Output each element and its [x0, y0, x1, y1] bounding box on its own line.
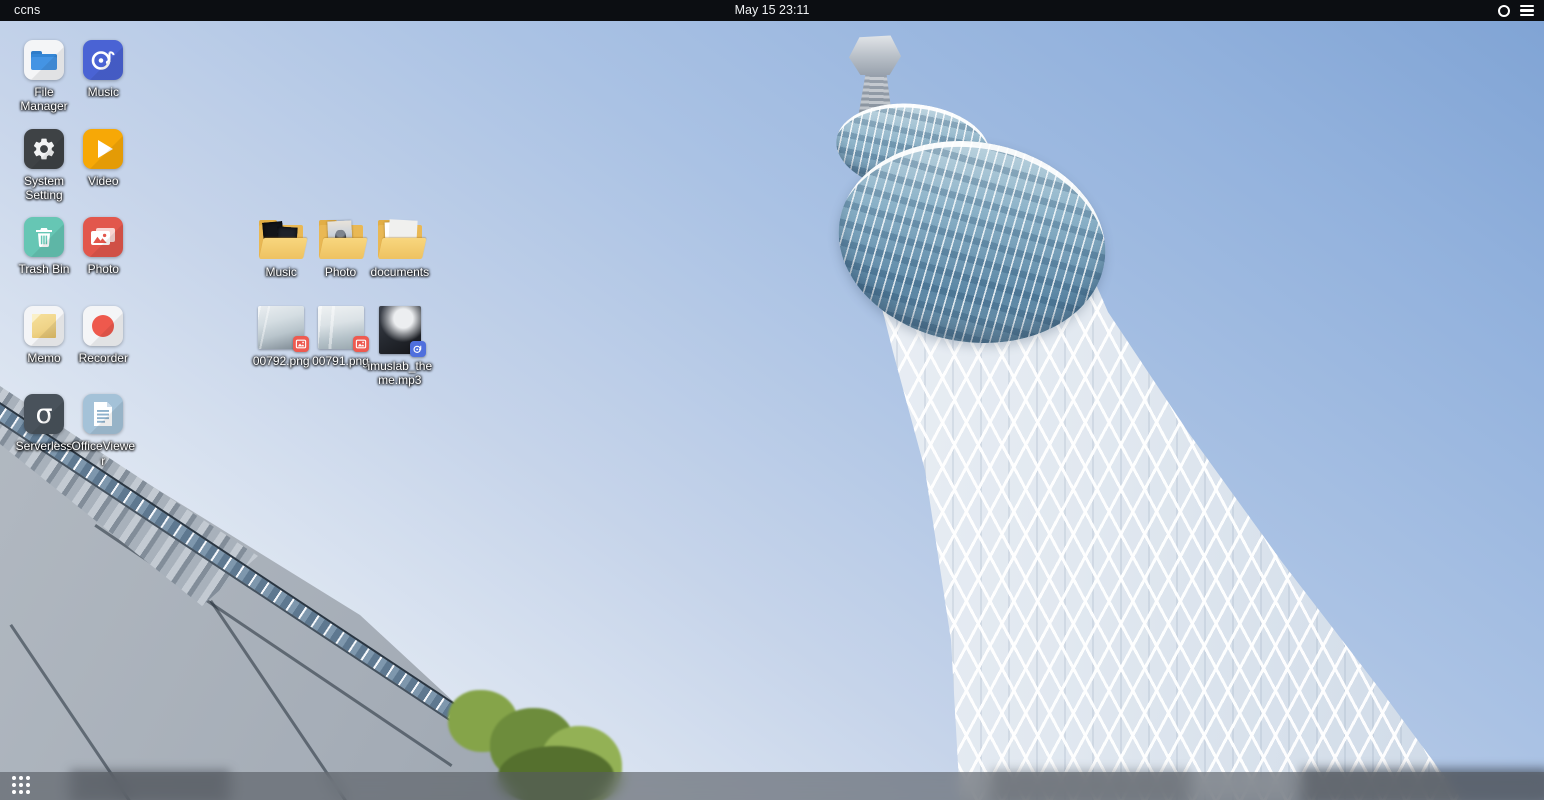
- icon-label: Memo: [11, 351, 77, 365]
- trash-bin-icon: [24, 217, 64, 257]
- system-setting-icon: [24, 129, 64, 169]
- office-viewer-icon: [83, 394, 123, 434]
- serverless-icon: σ: [24, 394, 64, 434]
- desktop-icon-recorder-app[interactable]: Recorder: [74, 306, 132, 365]
- desktop-icon-file-imuslab-theme[interactable]: imuslab_theme.mp3: [371, 306, 429, 387]
- audio-file-thumbnail: [379, 306, 421, 354]
- image-badge-icon: [353, 336, 369, 352]
- desktop-icon-memo-app[interactable]: Memo: [15, 306, 73, 365]
- desktop-icon-file-00791[interactable]: 00791.png: [312, 306, 370, 368]
- icon-label: Photo: [308, 265, 374, 279]
- audio-badge-icon: [410, 341, 426, 357]
- image-badge-icon: [293, 336, 309, 352]
- desktop-icon-office-viewer[interactable]: OfficeViewer: [74, 394, 132, 467]
- image-file-thumbnail: [318, 306, 364, 349]
- desktop-icon-video-app[interactable]: Video: [74, 129, 132, 188]
- desktop-icon-file-manager[interactable]: File Manager: [15, 40, 73, 113]
- desktop-icon-folder-documents[interactable]: documents: [371, 217, 429, 279]
- icon-label: Music: [70, 85, 136, 99]
- icon-label: Serverless: [11, 439, 77, 453]
- memo-icon: [24, 306, 64, 346]
- recorder-icon: [83, 306, 123, 346]
- desktop-icon-system-setting[interactable]: System Setting: [15, 129, 73, 202]
- desktop-icon-trash-bin[interactable]: Trash Bin: [15, 217, 73, 276]
- icon-label: Trash Bin: [11, 262, 77, 276]
- photo-app-icon: [83, 217, 123, 257]
- file-manager-icon: [24, 40, 64, 80]
- music-app-icon: [83, 40, 123, 80]
- photo-folder-icon: [318, 220, 364, 260]
- record-dot-icon: [92, 315, 114, 337]
- icon-label: imuslab_theme.mp3: [367, 359, 433, 387]
- desktop-icon-area[interactable]: File ManagerMusicSystem SettingVideoTras…: [0, 21, 1544, 772]
- app-launcher-button[interactable]: [12, 776, 32, 796]
- top-bar-right: [1498, 0, 1534, 21]
- desktop-icon-serverless-app[interactable]: σServerless: [15, 394, 73, 453]
- desktop-screen: ccns May 15 23:11 File ManagerMusicSyste…: [0, 0, 1544, 800]
- image-file-thumbnail: [258, 306, 304, 349]
- video-app-icon: [83, 129, 123, 169]
- icon-label: Photo: [70, 262, 136, 276]
- desktop-icon-folder-photo[interactable]: Photo: [312, 217, 370, 279]
- desktop-icon-music-app[interactable]: Music: [74, 40, 132, 99]
- icon-label: Video: [70, 174, 136, 188]
- play-icon: [98, 140, 113, 158]
- icon-label: File Manager: [11, 85, 77, 113]
- status-ring-icon[interactable]: [1498, 5, 1510, 17]
- icon-label: System Setting: [11, 174, 77, 202]
- desktop-icon-photo-app[interactable]: Photo: [74, 217, 132, 276]
- icon-label: 00792.png: [248, 354, 314, 368]
- top-bar: ccns May 15 23:11: [0, 0, 1544, 21]
- documents-folder-icon: [377, 220, 423, 260]
- icon-label: 00791.png: [308, 354, 374, 368]
- desktop-icon-file-00792[interactable]: 00792.png: [252, 306, 310, 368]
- taskbar: [0, 772, 1544, 800]
- music-folder-icon: [258, 220, 304, 260]
- menu-icon[interactable]: [1520, 5, 1534, 17]
- icon-label: Recorder: [70, 351, 136, 365]
- icon-label: Music: [248, 265, 314, 279]
- desktop-icon-folder-music[interactable]: Music: [252, 217, 310, 279]
- icon-label: documents: [367, 265, 433, 279]
- icon-label: OfficeViewer: [70, 439, 136, 467]
- clock-label: May 15 23:11: [0, 0, 1544, 21]
